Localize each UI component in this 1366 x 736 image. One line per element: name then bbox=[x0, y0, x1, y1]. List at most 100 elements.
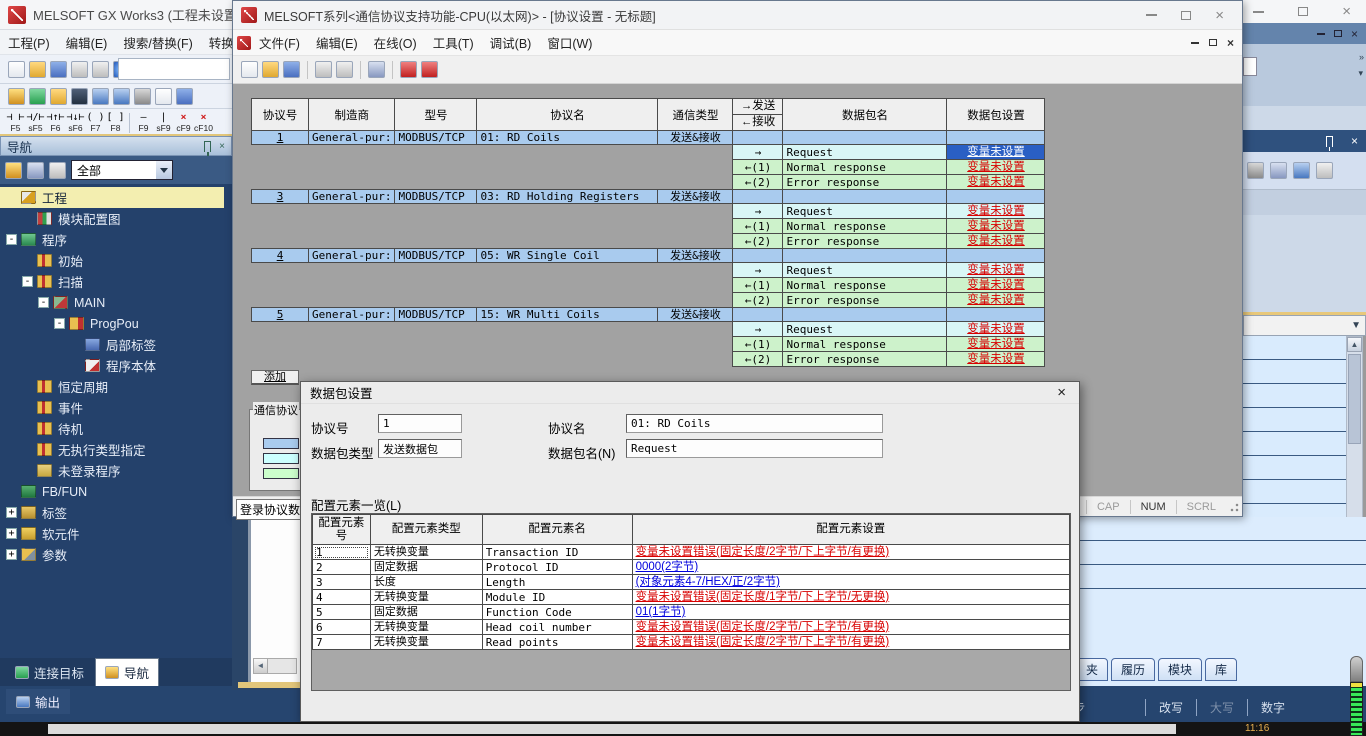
element-setting-cell[interactable]: 变量未设置错误(固定长度/1字节/下上字节/无更换) bbox=[632, 590, 1069, 605]
pin-icon[interactable] bbox=[204, 141, 211, 152]
add-button[interactable]: 添加 bbox=[251, 370, 299, 385]
copy-disabled-icon[interactable] bbox=[92, 61, 109, 78]
maximize-icon[interactable] bbox=[1181, 11, 1191, 20]
sidebar-item-MAIN[interactable]: -MAIN bbox=[0, 292, 224, 313]
gx-menu-工程(P)[interactable]: 工程(P) bbox=[0, 30, 58, 55]
ladder-tool-sF5[interactable]: ⊣/⊢sF5 bbox=[26, 112, 45, 133]
find-icon[interactable] bbox=[1247, 162, 1264, 179]
element-setting-link[interactable]: 01(1字节) bbox=[636, 606, 686, 618]
element-setting-link[interactable]: 变量未设置错误(固定长度/2字节/下上字节/有更换) bbox=[636, 546, 890, 558]
expand-icon[interactable]: - bbox=[6, 234, 17, 245]
new-file-icon[interactable] bbox=[241, 61, 258, 78]
element-setting-cell[interactable]: 变量未设置错误(固定长度/2字节/下上字节/有更换) bbox=[632, 545, 1069, 560]
ladder-tool-F8[interactable]: [ ]F8 bbox=[106, 112, 125, 133]
gx-search-box[interactable] bbox=[118, 58, 230, 80]
mw-menu-调试(B)[interactable]: 调试(B) bbox=[482, 30, 540, 55]
close-icon[interactable]: × bbox=[1342, 4, 1351, 19]
sidebar-item-ProgPou[interactable]: -ProgPou bbox=[0, 313, 224, 334]
minimize-icon[interactable] bbox=[1253, 11, 1264, 13]
scrollbar-thumb[interactable] bbox=[1348, 354, 1361, 444]
module-icon[interactable] bbox=[71, 88, 88, 105]
packet-setting-cell[interactable]: 变量未设置 bbox=[947, 160, 1045, 175]
element-setting-link[interactable]: (对象元素4-7/HEX/正/2字节) bbox=[636, 576, 780, 588]
protocol-name-field[interactable] bbox=[626, 414, 883, 433]
tree-collapse-icon[interactable] bbox=[27, 162, 44, 179]
tab-模块[interactable]: 模块 bbox=[1158, 658, 1202, 681]
maximize-icon[interactable] bbox=[1298, 7, 1308, 16]
sidebar-item-未登录程序[interactable]: 未登录程序 bbox=[0, 460, 224, 481]
element-filter-dropdown[interactable]: ▼ bbox=[1243, 315, 1366, 336]
open-file-icon[interactable] bbox=[29, 61, 46, 78]
sidebar-item-模块配置图[interactable]: 模块配置图 bbox=[0, 208, 224, 229]
sidebar-item-恒定周期[interactable]: 恒定周期 bbox=[0, 376, 224, 397]
packet-setting-cell[interactable]: 变量未设置 bbox=[947, 219, 1045, 234]
expand-icon[interactable]: - bbox=[22, 276, 33, 287]
element-setting-link[interactable]: 变量未设置错误(固定长度/1字节/下上字节/无更换) bbox=[636, 591, 890, 603]
expand-icon[interactable]: + bbox=[6, 549, 17, 560]
toolbar-options-icon[interactable]: ▾ bbox=[1358, 68, 1363, 79]
packet-setting-cell[interactable]: 变量未设置 bbox=[947, 204, 1045, 219]
close-panel-icon[interactable]: × bbox=[219, 141, 225, 152]
sidebar-item-初始[interactable]: 初始 bbox=[0, 250, 224, 271]
pc-connection-icon[interactable] bbox=[29, 88, 46, 105]
packet-setting-link[interactable]: 变量未设置 bbox=[967, 323, 1025, 335]
ladder-tool-sF9[interactable]: |sF9 bbox=[154, 112, 173, 133]
cross-reference-icon[interactable] bbox=[1270, 162, 1287, 179]
element-no-cell[interactable]: 7 bbox=[313, 635, 371, 650]
scroll-up-icon[interactable]: ▲ bbox=[1347, 337, 1362, 352]
tab-output[interactable]: 输出 bbox=[6, 689, 70, 714]
sidebar-item-程序[interactable]: -程序 bbox=[0, 229, 224, 250]
packet-setting-link[interactable]: 变量未设置 bbox=[967, 161, 1025, 173]
packet-setting-cell[interactable]: 变量未设置 bbox=[947, 234, 1045, 249]
tab-履历[interactable]: 履历 bbox=[1111, 658, 1155, 681]
windows-taskbar[interactable]: 11:16 bbox=[0, 722, 1366, 736]
chevron-down-icon[interactable] bbox=[156, 161, 172, 179]
close-icon[interactable]: × bbox=[1215, 8, 1224, 23]
nav-filter-dropdown[interactable]: 全部 bbox=[71, 160, 173, 180]
element-setting-cell[interactable]: (对象元素4-7/HEX/正/2字节) bbox=[632, 575, 1069, 590]
packet-setting-cell[interactable]: 变量未设置 bbox=[947, 352, 1045, 367]
project-tree-icon[interactable] bbox=[8, 88, 25, 105]
tab-夹[interactable]: 夹 bbox=[1076, 658, 1108, 681]
minimize-icon[interactable] bbox=[1191, 42, 1199, 44]
protocol-number-link[interactable]: 4 bbox=[252, 249, 309, 263]
protocol-no-field[interactable] bbox=[378, 414, 462, 433]
mw-menu-在线(O)[interactable]: 在线(O) bbox=[366, 30, 425, 55]
element-no-cell[interactable]: 2 bbox=[313, 560, 371, 575]
read-from-module-icon[interactable] bbox=[421, 61, 438, 78]
sidebar-item-标签[interactable]: +标签 bbox=[0, 502, 224, 523]
packet-setting-link[interactable]: 变量未设置 bbox=[967, 294, 1025, 306]
mw-menu-编辑(E)[interactable]: 编辑(E) bbox=[308, 30, 366, 55]
keyboard-icon[interactable] bbox=[113, 88, 130, 105]
packet-setting-link[interactable]: 变量未设置 bbox=[967, 220, 1025, 232]
hotkey-icon[interactable] bbox=[50, 88, 67, 105]
restore-icon[interactable] bbox=[1209, 39, 1217, 46]
packet-setting-cell[interactable]: 变量未设置 bbox=[947, 337, 1045, 352]
packet-setting-cell[interactable]: 变量未设置 bbox=[947, 322, 1045, 337]
resize-grip[interactable] bbox=[1228, 501, 1240, 513]
ladder-tool-F5[interactable]: ⊣ ⊢F5 bbox=[6, 112, 25, 133]
packet-setting-link[interactable]: 变量未设置 bbox=[967, 176, 1025, 188]
tab-库[interactable]: 库 bbox=[1205, 658, 1237, 681]
close-icon[interactable]: × bbox=[1053, 385, 1070, 400]
element-setting-cell[interactable]: 01(1字节) bbox=[632, 605, 1069, 620]
element-no-cell[interactable]: 6 bbox=[313, 620, 371, 635]
paste-icon[interactable] bbox=[336, 61, 353, 78]
gx-menu-搜索/替换(F)[interactable]: 搜索/替换(F) bbox=[115, 30, 200, 55]
ladder-tool-F6[interactable]: ⊣↑⊢F6 bbox=[46, 112, 65, 133]
expand-icon[interactable]: - bbox=[38, 297, 49, 308]
packet-setting-cell[interactable]: 变量未设置 bbox=[947, 263, 1045, 278]
element-setting-link[interactable]: 变量未设置错误(固定长度/2字节/下上字节/有更换) bbox=[636, 621, 890, 633]
sidebar-item-参数[interactable]: +参数 bbox=[0, 544, 224, 565]
packet-setting-cell[interactable]: 变量未设置 bbox=[947, 293, 1045, 308]
sidebar-item-局部标签[interactable]: 局部标签 bbox=[0, 334, 224, 355]
close-panel-icon[interactable]: × bbox=[1351, 134, 1358, 148]
module-transfer-icon[interactable] bbox=[368, 61, 385, 78]
device-comment-icon[interactable] bbox=[176, 88, 193, 105]
packet-setting-link[interactable]: 变量未设置 bbox=[967, 264, 1025, 276]
mw-menu-文件(F)[interactable]: 文件(F) bbox=[251, 30, 308, 55]
sidebar-item-程序本体[interactable]: 程序本体 bbox=[0, 355, 224, 376]
packet-setting-cell[interactable]: 变量未设置 bbox=[947, 175, 1045, 190]
mw-menu-工具(T)[interactable]: 工具(T) bbox=[425, 30, 482, 55]
horizontal-scrollbar[interactable]: ◄ bbox=[253, 658, 297, 674]
